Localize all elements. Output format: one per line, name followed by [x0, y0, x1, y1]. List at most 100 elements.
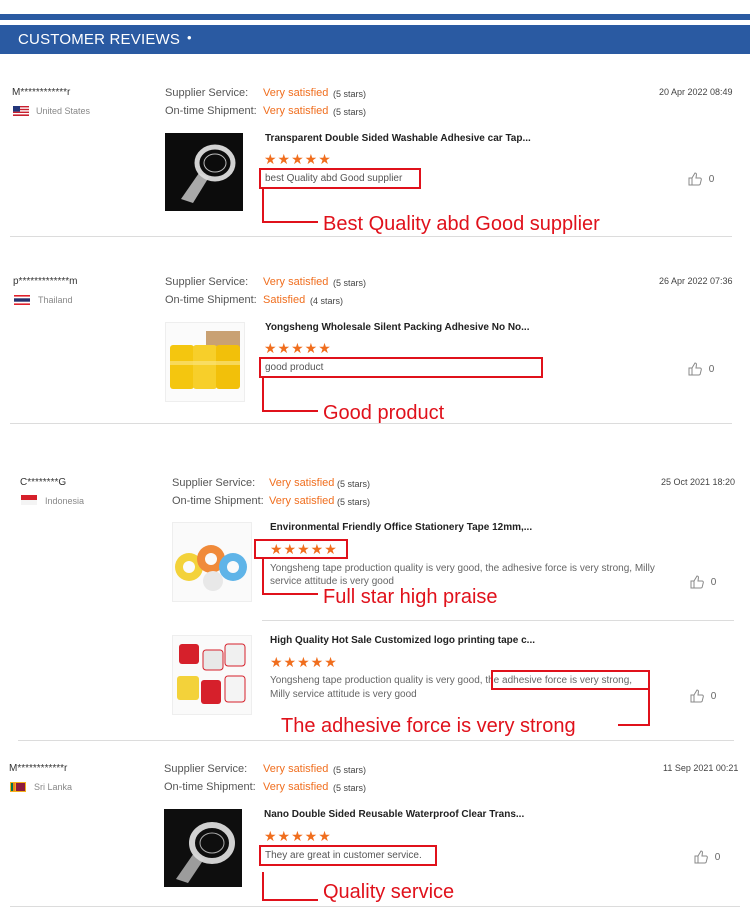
callout-line: [618, 724, 650, 726]
like-button[interactable]: 0: [688, 172, 714, 186]
like-count: 0: [714, 851, 721, 863]
like-button[interactable]: 0: [694, 850, 720, 864]
reviewer-name: C********G: [20, 477, 67, 488]
divider: [10, 906, 740, 907]
product-thumbnail[interactable]: [164, 809, 242, 887]
review-text-part: Yongsheng tape production quality is ver…: [270, 675, 486, 686]
like-button[interactable]: 0: [690, 575, 716, 589]
supplier-rating: Very satisfied: [269, 477, 335, 489]
callout-line: [262, 221, 318, 223]
reviewer-name: M************r: [12, 87, 71, 98]
review-stars: ★★★★★: [264, 151, 332, 167]
supplier-stars: (5 stars): [333, 89, 367, 99]
shipment-rating: Very satisfied: [269, 495, 335, 507]
callout-annotation: Good product: [323, 402, 445, 424]
callout-line: [262, 410, 318, 412]
supplier-stars: (5 stars): [333, 765, 367, 775]
like-count: 0: [710, 690, 717, 702]
printed-tape-rolls-image: [177, 643, 246, 704]
shipment-stars: (5 stars): [333, 107, 367, 117]
shipment-label: On-time Shipment:: [164, 781, 256, 793]
top-border: [0, 14, 750, 20]
callout-line: [262, 899, 318, 901]
callout-annotation: Quality service: [323, 881, 455, 903]
us-flag-icon: [13, 106, 29, 116]
indonesia-flag-icon: [21, 495, 37, 505]
supplier-stars: (5 stars): [333, 278, 367, 288]
nano-tape-roll-image: [164, 809, 242, 887]
shipment-label: On-time Shipment:: [172, 495, 264, 507]
product-thumbnail[interactable]: [165, 133, 243, 211]
review-date: 11 Sep 2021 00:21: [663, 763, 739, 773]
section-title: CUSTOMER REVIEWS: [18, 31, 181, 48]
yellow-tape-rolls-image: [170, 331, 240, 389]
shipment-stars: (4 stars): [310, 296, 344, 306]
reviewer-name: p*************m: [13, 276, 78, 287]
thailand-flag-icon: [14, 295, 30, 305]
shipment-stars: (5 stars): [337, 497, 371, 507]
reviewer-country: Sri Lanka: [34, 782, 73, 792]
thumbs-up-icon: [690, 575, 704, 589]
like-count: 0: [708, 173, 715, 185]
supplier-service-label: Supplier Service:: [165, 276, 249, 288]
product-thumbnail[interactable]: [165, 322, 245, 402]
highlight-box: [259, 168, 421, 189]
highlight-box: [259, 357, 543, 378]
callout-line: [262, 593, 318, 595]
thumbs-up-icon: [694, 850, 708, 864]
supplier-rating: Very satisfied: [263, 763, 329, 775]
supplier-rating: Very satisfied: [263, 276, 329, 288]
divider: [18, 740, 734, 741]
product-title[interactable]: Nano Double Sided Reusable Waterproof Cl…: [264, 809, 524, 820]
divider: [10, 236, 732, 237]
callout-line: [648, 690, 650, 725]
thumbs-up-icon: [688, 362, 702, 376]
sri-lanka-flag-icon: [10, 782, 26, 792]
supplier-stars: (5 stars): [337, 479, 371, 489]
colored-tape-rolls-image: [175, 545, 247, 591]
divider: [10, 423, 732, 424]
like-count: 0: [708, 363, 715, 375]
review-stars: ★★★★★: [264, 828, 332, 844]
product-title[interactable]: Environmental Friendly Office Stationery…: [270, 522, 532, 533]
review-stars: ★★★★★: [270, 654, 338, 670]
clear-tape-roll-image: [165, 133, 243, 211]
shipment-rating: Very satisfied: [263, 105, 329, 117]
shipment-label: On-time Shipment:: [165, 105, 257, 117]
reviewer-country: Thailand: [38, 295, 73, 305]
reviewer-name: M************r: [9, 763, 68, 774]
callout-line: [262, 559, 264, 594]
product-title[interactable]: High Quality Hot Sale Customized logo pr…: [270, 635, 535, 646]
like-button[interactable]: 0: [688, 362, 714, 376]
like-count: 0: [710, 576, 717, 588]
callout-annotation: Best Quality abd Good supplier: [323, 213, 600, 235]
thumbs-up-icon: [688, 172, 702, 186]
supplier-service-label: Supplier Service:: [165, 87, 249, 99]
like-button[interactable]: 0: [690, 689, 716, 703]
reviewer-country: United States: [36, 106, 91, 116]
reviews-header-bar: CUSTOMER REVIEWS •: [0, 25, 750, 54]
shipment-stars: (5 stars): [333, 783, 367, 793]
callout-annotation: Full star high praise: [323, 586, 498, 608]
highlight-box: [491, 670, 650, 690]
product-thumbnail[interactable]: [172, 635, 252, 715]
product-title[interactable]: Transparent Double Sided Washable Adhesi…: [265, 133, 531, 144]
review-stars: ★★★★★: [264, 340, 332, 356]
item-divider: [262, 620, 734, 621]
review-date: 20 Apr 2022 08:49: [659, 87, 733, 97]
shipment-label: On-time Shipment:: [165, 294, 257, 306]
review-date: 26 Apr 2022 07:36: [659, 276, 733, 286]
supplier-rating: Very satisfied: [263, 87, 329, 99]
product-thumbnail[interactable]: [172, 522, 252, 602]
product-title[interactable]: Yongsheng Wholesale Silent Packing Adhes…: [265, 322, 530, 333]
shipment-rating: Satisfied: [263, 294, 306, 306]
shipment-rating: Very satisfied: [263, 781, 329, 793]
highlight-box: [259, 845, 437, 866]
header-bullet: •: [187, 30, 192, 45]
thumbs-up-icon: [690, 689, 704, 703]
supplier-service-label: Supplier Service:: [164, 763, 248, 775]
callout-line: [262, 378, 264, 411]
reviewer-country: Indonesia: [45, 496, 85, 506]
review-text: Yongsheng tape production quality is ver…: [270, 563, 655, 587]
highlight-box: [254, 539, 348, 559]
